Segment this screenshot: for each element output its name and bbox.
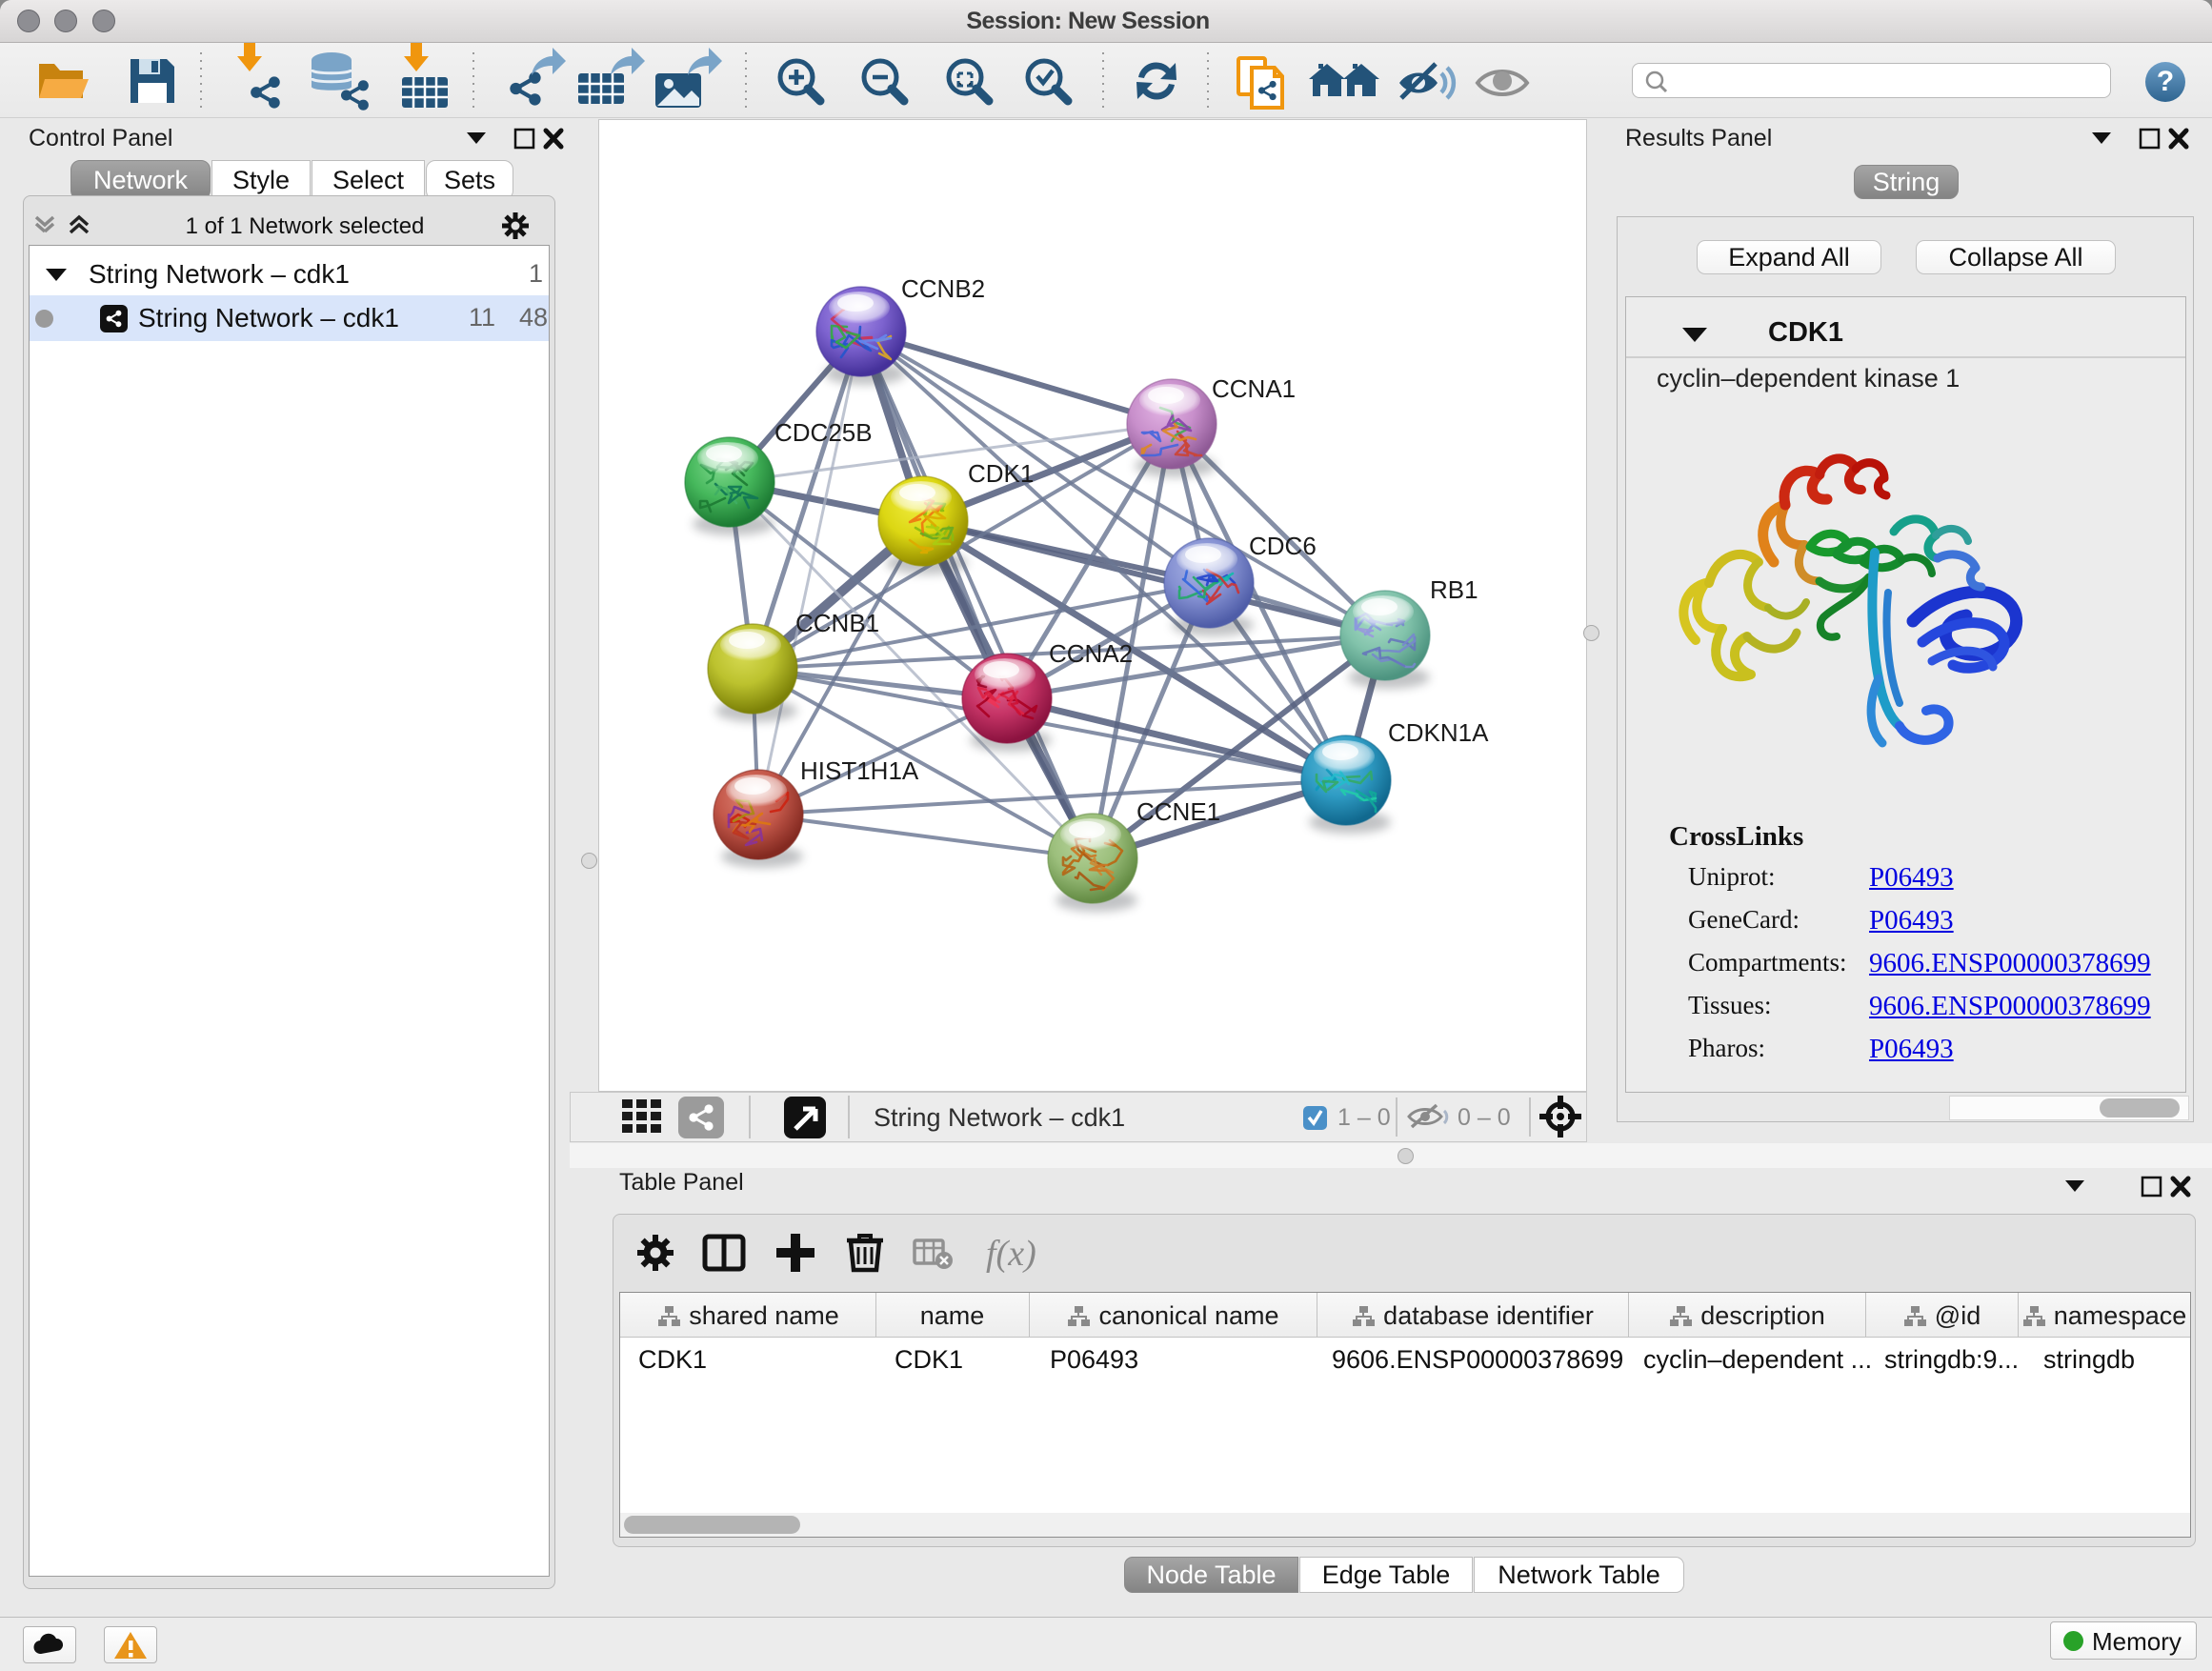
svg-text:String Network – cdk1: String Network – cdk1 — [874, 1103, 1125, 1132]
svg-text:CDK1: CDK1 — [968, 459, 1034, 488]
svg-text:CCNE1: CCNE1 — [1136, 797, 1220, 826]
svg-text:CCNB1: CCNB1 — [795, 609, 879, 637]
svg-text:CDC6: CDC6 — [1249, 532, 1317, 560]
svg-text:CDC25B: CDC25B — [774, 418, 873, 447]
svg-text:CCNA2: CCNA2 — [1049, 639, 1133, 668]
svg-text:1 – 0: 1 – 0 — [1337, 1104, 1391, 1131]
svg-text:HIST1H1A: HIST1H1A — [800, 756, 919, 785]
svg-text:RB1: RB1 — [1430, 575, 1478, 604]
svg-text:CCNB2: CCNB2 — [901, 274, 985, 303]
svg-text:CCNA1: CCNA1 — [1212, 374, 1296, 403]
svg-text:CDKN1A: CDKN1A — [1388, 718, 1489, 747]
svg-text:f(x): f(x) — [986, 1234, 1036, 1274]
svg-text:0 – 0: 0 – 0 — [1458, 1104, 1511, 1131]
